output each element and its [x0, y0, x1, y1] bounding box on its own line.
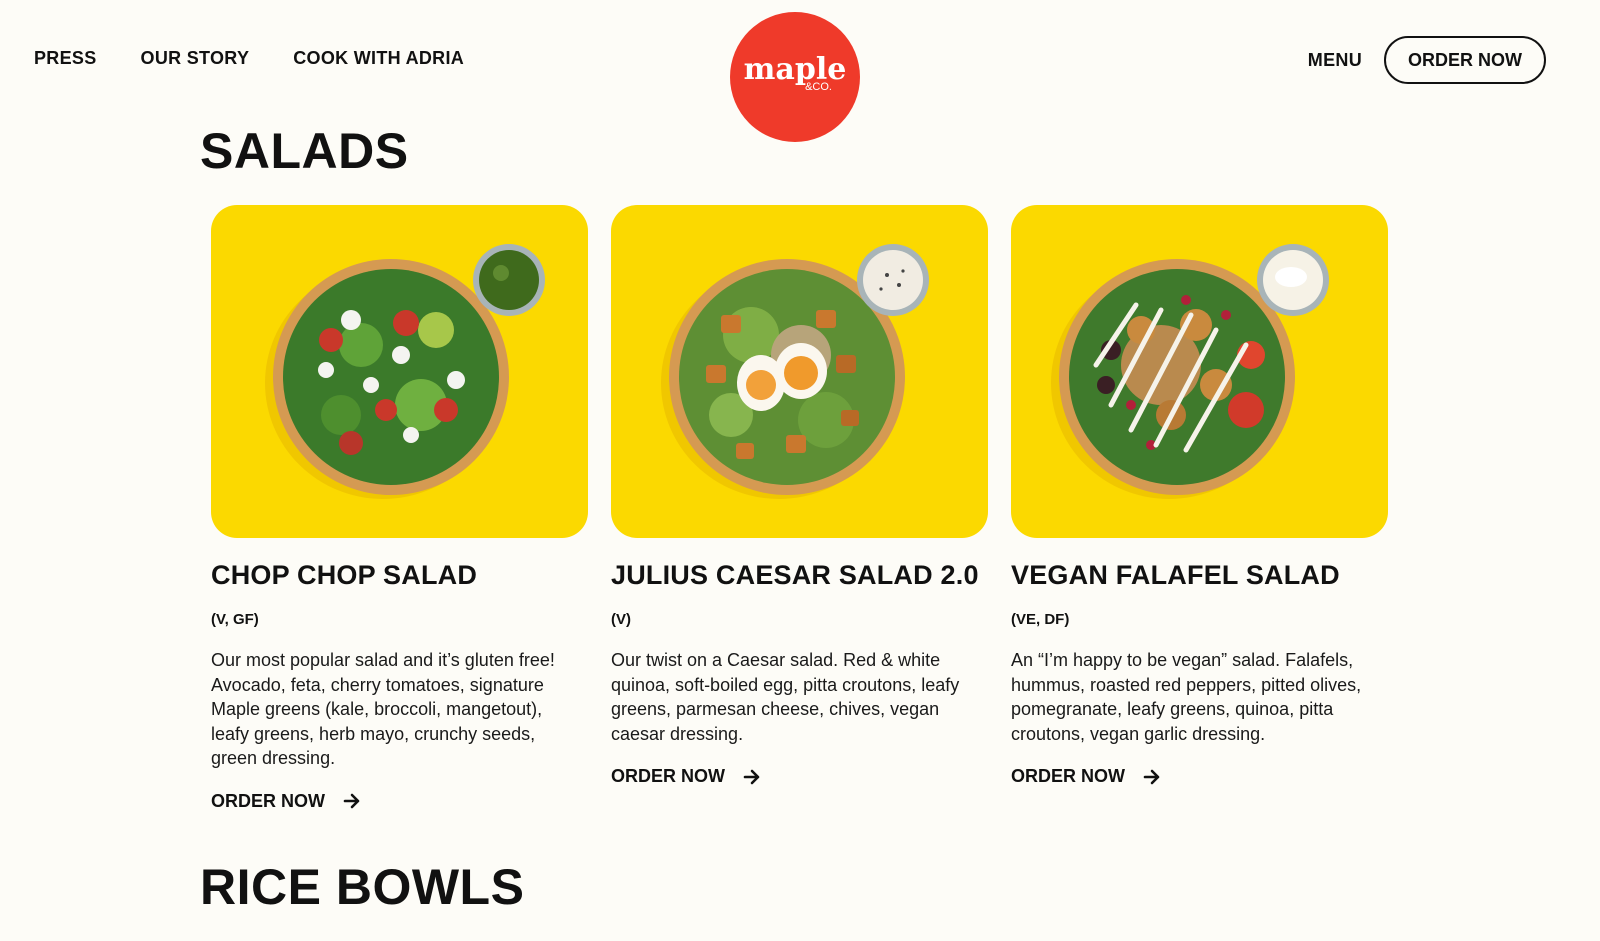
chop-chop-salad-bowl-icon — [265, 244, 545, 499]
nav-link-our-story[interactable]: OUR STORY — [141, 48, 250, 69]
salad-name: JULIUS CAESAR SALAD 2.0 — [611, 560, 979, 590]
order-now-label: ORDER NOW — [1011, 766, 1125, 786]
order-now-label: ORDER NOW — [611, 766, 725, 786]
salad-card-vegan-falafel: VEGAN FALAFEL SALAD (VE, DF) An “I’m hap… — [1011, 205, 1388, 812]
salad-card-julius-caesar: JULIUS CAESAR SALAD 2.0 (V) Our twist on… — [611, 205, 988, 812]
rice-bowls-section-title: RICE BOWLS — [200, 859, 525, 915]
salad-description: Our most popular salad and it’s gluten f… — [211, 650, 555, 768]
chop-chop-salad-image[interactable] — [211, 205, 588, 538]
salad-order-now-link[interactable]: ORDER NOW — [1011, 766, 1388, 787]
salad-description: Our twist on a Caesar salad. Red & white… — [611, 650, 960, 744]
salad-name: CHOP CHOP SALAD — [211, 560, 478, 590]
dietary-tags: (VE, DF) — [1011, 611, 1070, 628]
salad-card-chop-chop: CHOP CHOP SALAD (V, GF) Our most popular… — [211, 205, 588, 812]
falafel-salad-bowl-icon — [1051, 244, 1329, 499]
maple-logo[interactable]: maple &CO. — [730, 12, 860, 142]
dietary-tags: (V, GF) — [211, 611, 259, 628]
site-header: PRESS OUR STORY COOK WITH ADRIA maple &C… — [0, 0, 1600, 142]
caesar-salad-bowl-icon — [661, 244, 929, 499]
arrow-right-icon — [1143, 769, 1160, 784]
primary-nav: PRESS OUR STORY COOK WITH ADRIA — [34, 48, 464, 69]
salad-order-now-link[interactable]: ORDER NOW — [211, 791, 588, 812]
salad-description: An “I’m happy to be vegan” salad. Falafe… — [1011, 650, 1362, 744]
salads-section-title: SALADS — [200, 123, 409, 179]
header-order-now-button[interactable]: ORDER NOW — [1384, 36, 1546, 84]
caesar-salad-image[interactable] — [611, 205, 988, 538]
arrow-right-icon — [743, 769, 760, 784]
salads-card-list: CHOP CHOP SALAD (V, GF) Our most popular… — [211, 205, 1388, 812]
nav-link-press[interactable]: PRESS — [34, 48, 97, 69]
arrow-right-icon — [343, 793, 360, 809]
order-now-label: ORDER NOW — [211, 790, 325, 811]
nav-link-cook-with-adria[interactable]: COOK WITH ADRIA — [293, 48, 464, 69]
secondary-nav: MENU ORDER NOW — [1308, 36, 1546, 84]
logo-subtext: &CO. — [805, 81, 832, 93]
salad-name: VEGAN FALAFEL SALAD — [1011, 560, 1340, 590]
nav-link-menu[interactable]: MENU — [1308, 50, 1362, 71]
salad-order-now-link[interactable]: ORDER NOW — [611, 766, 988, 787]
dietary-tags: (V) — [611, 611, 631, 628]
falafel-salad-image[interactable] — [1011, 205, 1388, 538]
